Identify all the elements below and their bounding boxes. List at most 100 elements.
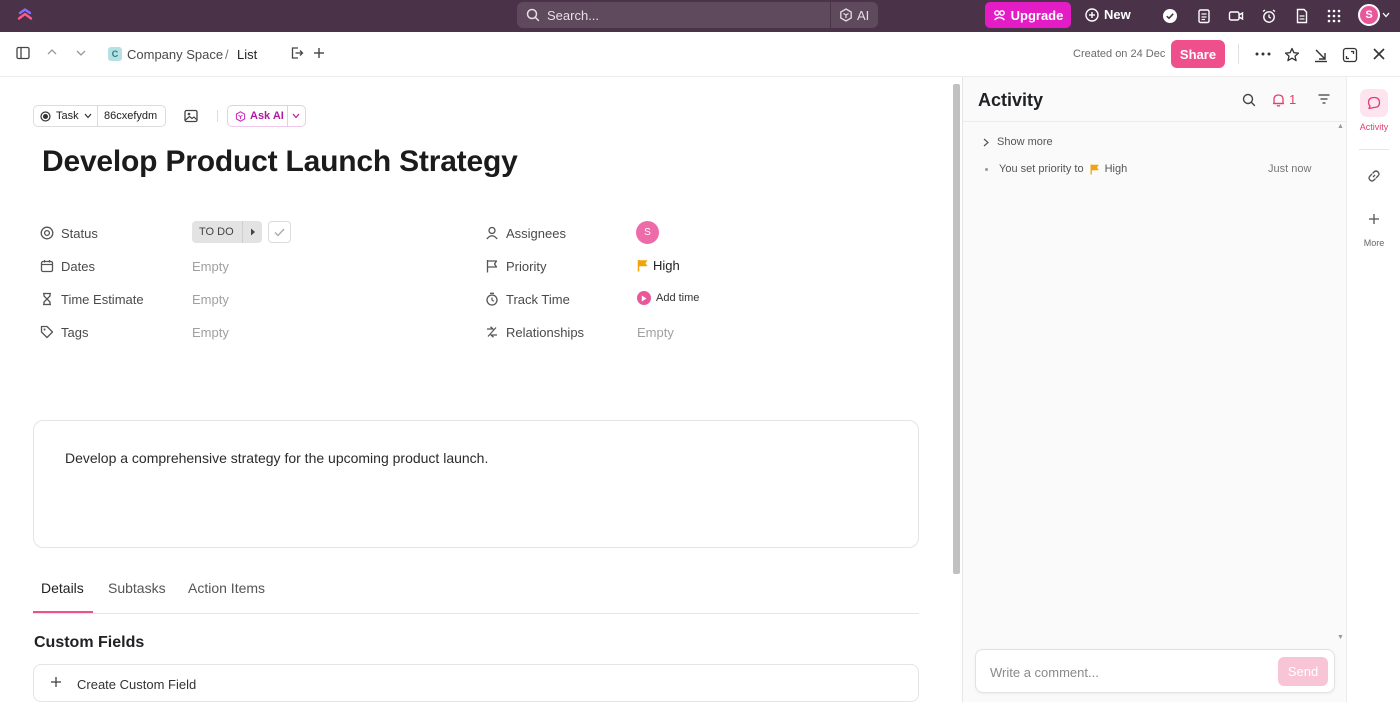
relationships-value[interactable]: Empty [637, 325, 674, 340]
complete-task-button[interactable] [268, 221, 291, 243]
bullet-dot [985, 167, 988, 171]
show-more-button[interactable]: Show more [983, 136, 1053, 148]
calendar-icon [40, 259, 54, 273]
tab-subtasks[interactable]: Subtasks [108, 580, 166, 596]
activity-entry-time: Just now [1268, 163, 1312, 175]
tags-label: Tags [61, 325, 89, 340]
rail-activity-button[interactable] [1360, 89, 1388, 117]
main-scrollbar[interactable] [953, 84, 960, 574]
alarm-clock-icon[interactable] [1261, 8, 1277, 24]
task-type-dot-icon [40, 110, 51, 122]
search-divider [830, 2, 831, 28]
video-camera-icon[interactable] [1228, 8, 1244, 24]
comment-box[interactable]: Write a comment... Send [975, 649, 1335, 693]
rail-more-label[interactable]: More [1347, 238, 1400, 248]
description-editor[interactable]: Develop a comprehensive strategy for the… [33, 420, 919, 548]
search-placeholder: Search... [547, 8, 600, 23]
add-more-icon[interactable] [1368, 213, 1380, 225]
upgrade-button[interactable]: Upgrade [985, 2, 1071, 28]
created-date: Created on 24 Dec [1073, 48, 1166, 60]
add-time-label: Add time [656, 292, 700, 304]
description-text[interactable]: Develop a comprehensive strategy for the… [65, 450, 488, 466]
assignee-avatar[interactable]: S [636, 221, 659, 244]
chevron-up-icon[interactable] [47, 48, 57, 56]
bell-icon [1272, 93, 1285, 107]
close-icon[interactable] [1372, 47, 1386, 61]
activity-entry-value: High [1104, 163, 1128, 175]
priority-flag-icon [637, 259, 649, 272]
send-button[interactable]: Send [1278, 657, 1328, 686]
move-task-icon[interactable] [290, 46, 304, 60]
chevron-down-icon[interactable] [76, 49, 86, 57]
stopwatch-icon [485, 292, 499, 306]
chevron-down-icon[interactable] [1382, 12, 1390, 18]
ask-ai-dropdown[interactable] [288, 113, 300, 119]
ai-icon[interactable] [839, 8, 853, 22]
ask-ai-chip[interactable]: Ask AI [227, 105, 306, 127]
task-type-chip[interactable]: Task 86cxefydm [33, 105, 166, 127]
tab-action-items[interactable]: Action Items [188, 580, 265, 596]
image-icon[interactable] [184, 109, 198, 123]
play-icon [637, 291, 651, 305]
document-icon[interactable] [1294, 8, 1310, 24]
tab-details[interactable]: Details [41, 580, 84, 596]
tag-icon [40, 325, 54, 339]
sidebar-toggle-icon[interactable] [16, 46, 30, 60]
task-id[interactable]: 86cxefydm [98, 110, 157, 122]
chevron-down-icon [84, 113, 92, 119]
filter-icon[interactable] [1318, 94, 1330, 104]
rail-divider [1359, 149, 1389, 150]
check-circle-icon[interactable] [1162, 8, 1178, 24]
time-estimate-label: Time Estimate [61, 292, 144, 307]
space-icon: C [108, 47, 122, 61]
relationships-icon [485, 325, 499, 339]
active-tab-indicator [33, 611, 93, 613]
task-header-bar: C Company Space / List Created on 24 Dec… [0, 32, 1400, 77]
comment-input[interactable]: Write a comment... [990, 665, 1099, 680]
task-title[interactable]: Develop Product Launch Strategy [42, 145, 518, 179]
status-label: Status [61, 226, 98, 241]
task-type-selector[interactable]: Task [34, 106, 98, 126]
breadcrumb-space[interactable]: Company Space [127, 47, 223, 62]
add-icon[interactable] [312, 46, 326, 60]
user-avatar[interactable]: S [1358, 4, 1380, 26]
scroll-down-arrow[interactable]: ▼ [1337, 634, 1344, 641]
ask-ai-label: Ask AI [250, 110, 284, 122]
scroll-up-arrow[interactable]: ▲ [1337, 123, 1344, 130]
notifications-button[interactable]: 1 [1272, 92, 1296, 107]
status-pill[interactable]: TO DO [192, 221, 262, 243]
star-icon[interactable] [1284, 47, 1300, 63]
search-icon[interactable] [1242, 93, 1256, 107]
breadcrumb-list[interactable]: List [237, 47, 257, 62]
create-custom-field-button[interactable]: Create Custom Field [33, 664, 919, 702]
plus-circle-icon [1085, 7, 1099, 22]
ask-ai-button[interactable]: Ask AI [228, 106, 288, 126]
dates-value[interactable]: Empty [192, 259, 229, 274]
global-search[interactable]: Search... AI [517, 2, 878, 28]
header-divider [1238, 44, 1239, 64]
chat-bubble-icon [1367, 96, 1381, 110]
expand-icon[interactable] [1342, 47, 1358, 63]
minimize-icon[interactable] [1313, 47, 1329, 63]
status-next-icon[interactable] [242, 221, 262, 243]
activity-title: Activity [978, 90, 1044, 110]
rail-activity-label[interactable]: Activity [1347, 122, 1400, 132]
priority-value[interactable]: High [637, 258, 680, 273]
link-icon[interactable] [1367, 169, 1381, 183]
time-estimate-value[interactable]: Empty [192, 292, 229, 307]
notepad-icon[interactable] [1196, 8, 1212, 24]
ai-button-label[interactable]: AI [857, 8, 869, 23]
add-time-button[interactable]: Add time [637, 291, 699, 305]
activity-panel: Activity 1 ▲ Show more You set priority … [962, 77, 1347, 702]
apps-grid-icon[interactable] [1326, 8, 1342, 24]
share-button[interactable]: Share [1171, 40, 1225, 68]
new-button[interactable]: New [1085, 7, 1131, 22]
relationships-label: Relationships [506, 325, 585, 340]
search-icon [526, 8, 540, 22]
more-options-icon[interactable] [1255, 52, 1271, 56]
right-rail: Activity More [1346, 77, 1400, 702]
tags-value[interactable]: Empty [192, 325, 229, 340]
breadcrumb-separator: / [225, 47, 229, 62]
app-logo-icon[interactable] [16, 7, 34, 25]
hourglass-icon [40, 292, 54, 306]
